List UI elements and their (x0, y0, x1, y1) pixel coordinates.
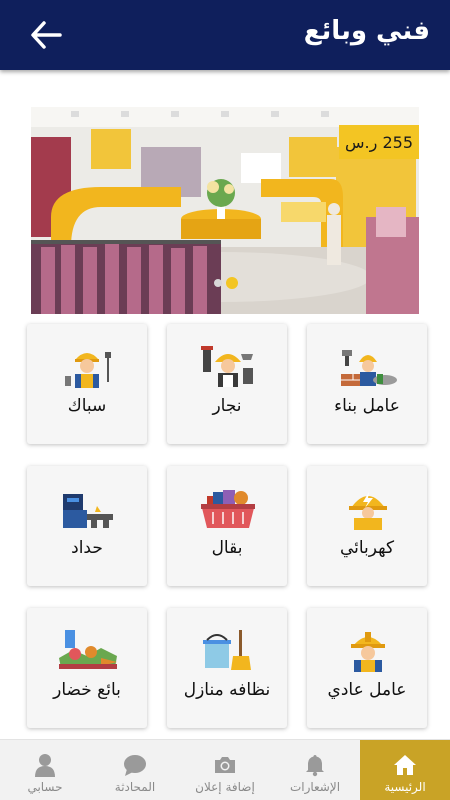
carpenter-icon (201, 346, 253, 387)
nav-label: إضافة إعلان (195, 780, 255, 794)
grocery-basket-icon (201, 490, 255, 528)
category-card-vegetable-seller[interactable]: بائع خضار (27, 608, 147, 728)
electrician-icon (349, 492, 387, 530)
bottom-navigation: الرئيسية الإشعارات إضافة إعلان المحادثة (0, 739, 450, 800)
slider-dot[interactable] (214, 279, 222, 287)
arrow-left-icon (31, 21, 62, 49)
user-icon (35, 754, 55, 777)
category-card-grocer[interactable]: بقال (167, 466, 287, 586)
category-card-blacksmith[interactable]: حداد (27, 466, 147, 586)
nav-item-home[interactable]: الرئيسية (360, 740, 450, 800)
nav-item-notifications[interactable]: الإشعارات (270, 740, 360, 800)
plumber-icon (65, 352, 111, 388)
page-title: فني وبائع (303, 16, 430, 46)
blacksmith-welder-icon (63, 494, 113, 528)
price-tag: 255 ر.س (339, 125, 419, 159)
nav-item-account[interactable]: حسابي (0, 740, 90, 800)
category-label: بائع خضار (53, 680, 121, 700)
vegetable-seller-icon (59, 630, 117, 669)
category-card-electrician[interactable]: كهربائي (307, 466, 427, 586)
construction-worker-icon (341, 350, 397, 386)
category-card-house-cleaning[interactable]: نظافه منازل (167, 608, 287, 728)
category-label: بقال (211, 538, 243, 558)
camera-icon (215, 757, 235, 773)
app-root: فني وبائع 255 ر.س عامل بناء نجار سباك كه… (0, 0, 450, 800)
slider-dot-active[interactable] (226, 277, 238, 289)
general-worker-icon (351, 632, 385, 672)
category-label: كهربائي (339, 538, 395, 558)
category-card-general-worker[interactable]: عامل عادي (307, 608, 427, 728)
bell-icon (306, 755, 324, 777)
house-cleaning-icon (203, 630, 251, 670)
category-card-construction-worker[interactable]: عامل بناء (307, 324, 427, 444)
nav-item-add-ad[interactable]: إضافة إعلان (180, 740, 270, 800)
back-button[interactable] (28, 18, 64, 52)
chat-bubble-icon (124, 755, 146, 776)
category-label: حداد (71, 538, 103, 558)
category-label: عامل عادي (327, 680, 407, 700)
category-label: نظافه منازل (183, 680, 271, 700)
category-label: سباك (67, 396, 107, 416)
nav-label: الإشعارات (289, 780, 341, 794)
category-card-carpenter[interactable]: نجار (167, 324, 287, 444)
category-label: نجار (212, 396, 242, 416)
nav-label: حسابي (27, 780, 63, 794)
nav-item-chat[interactable]: المحادثة (90, 740, 180, 800)
nav-label: الرئيسية (384, 780, 426, 794)
home-icon (394, 755, 416, 775)
category-label: عامل بناء (334, 396, 400, 416)
app-header: فني وبائع (0, 0, 450, 70)
category-card-plumber[interactable]: سباك (27, 324, 147, 444)
nav-label: المحادثة (114, 780, 156, 794)
slider-dots (214, 277, 238, 289)
